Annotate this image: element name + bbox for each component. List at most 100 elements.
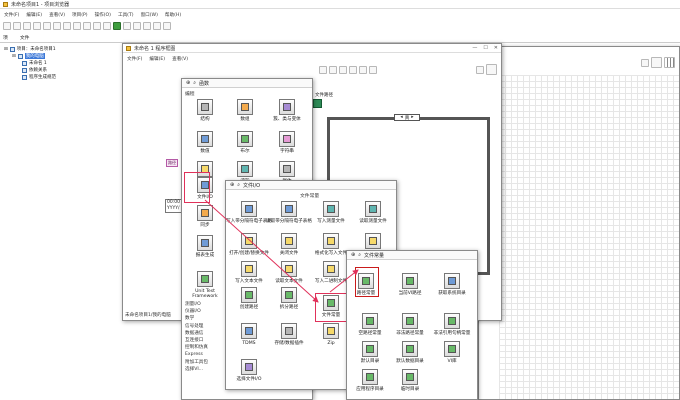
category-mathematics[interactable]: 数学 <box>185 315 208 322</box>
fio-strip-path[interactable]: 拆分路径 <box>266 287 312 310</box>
bd-help-button[interactable] <box>476 65 484 74</box>
palette-unit-test[interactable]: Unit Test Framework <box>182 271 228 300</box>
menu-window[interactable]: 窗口(W) <box>141 12 158 18</box>
tree-my-computer[interactable]: ⊟ 我的电脑 <box>12 53 45 59</box>
save-all-button[interactable] <box>33 22 41 30</box>
fio-read-text[interactable]: 读取文本文件 <box>266 261 312 284</box>
fp-help-button[interactable] <box>641 58 649 67</box>
pin-icon[interactable]: ⊕ <box>186 80 190 86</box>
new-button[interactable] <box>3 22 11 30</box>
fc-system-directory[interactable]: 获取系统目录 <box>429 273 475 296</box>
search-icon[interactable]: ⌕ <box>358 252 361 258</box>
selector-next-icon[interactable]: ▸ <box>411 115 413 120</box>
align-button[interactable] <box>329 66 337 74</box>
close-icon[interactable]: ✕ <box>494 45 498 51</box>
selector-prev-icon[interactable]: ◂ <box>400 115 402 120</box>
bd-menu-edit[interactable]: 编辑(E) <box>149 56 165 62</box>
collapse-button[interactable] <box>143 22 151 30</box>
build-button[interactable] <box>93 22 101 30</box>
fc-vi-library[interactable]: VI库 <box>429 341 475 364</box>
read-measurement-icon <box>365 201 381 217</box>
tab-items[interactable]: 项 <box>3 34 8 41</box>
cleanup-button[interactable] <box>369 66 377 74</box>
computer-icon <box>17 53 23 59</box>
temporary-directory-icon <box>402 369 418 385</box>
category-select-vi[interactable]: 选择VI... <box>185 366 208 373</box>
tree-dependencies[interactable]: 依赖关系 <box>22 67 47 73</box>
paste-button[interactable] <box>63 22 71 30</box>
category-measurement-io[interactable]: 测量I/O <box>185 301 208 308</box>
palette-report-generation[interactable]: 报表生成 <box>182 235 228 258</box>
cut-button[interactable] <box>43 22 51 30</box>
save-button[interactable] <box>23 22 31 30</box>
search-icon[interactable]: ⌕ <box>193 80 196 86</box>
palette-synchronization[interactable]: 同步 <box>182 205 228 228</box>
help-button[interactable] <box>163 22 171 30</box>
resize-button[interactable] <box>349 66 357 74</box>
file-constants-header: ⊕ ⌕ 文件常量 <box>347 251 477 260</box>
settings-button[interactable] <box>83 22 91 30</box>
fio-read-spreadsheet[interactable]: 读取带分隔符电子表格 <box>266 201 312 224</box>
fc-not-a-refnum[interactable]: 非法引用句柄常量 <box>429 313 475 336</box>
pin-icon[interactable]: ⊕ <box>351 252 355 258</box>
category-control-simulation[interactable]: 控制和仿真 <box>185 344 208 351</box>
fio-storage-plugins[interactable]: 存储/数据插件 <box>266 323 312 346</box>
category-signal-processing[interactable]: 信号处理 <box>185 323 208 330</box>
block-diagram-icons <box>476 64 497 75</box>
category-instrument-io[interactable]: 仪器I/O <box>185 308 208 315</box>
file-io-highlight <box>184 172 210 203</box>
fc-not-a-path[interactable]: 非法路径常量 <box>387 313 433 336</box>
bd-menu-view[interactable]: 查看(V) <box>172 56 188 62</box>
search-icon[interactable]: ⌕ <box>237 182 240 188</box>
maximize-icon[interactable]: ☐ <box>483 45 487 51</box>
tree-build-specs[interactable]: 程序生成规范 <box>22 74 56 80</box>
strip-path-icon <box>281 287 297 303</box>
pin-icon[interactable]: ⊕ <box>230 182 234 188</box>
expand-button[interactable] <box>133 22 141 30</box>
fc-temporary-directory[interactable]: 临时目录 <box>387 369 433 392</box>
menu-view[interactable]: 查看(V) <box>49 12 65 18</box>
fc-current-vi-path[interactable]: 当前VI路径 <box>387 273 433 296</box>
tree-project[interactable]: ⊟ 项目：未命名项目1 <box>4 46 56 52</box>
palette-boolean[interactable]: 布尔 <box>222 131 268 154</box>
structures-icon <box>197 99 213 115</box>
deploy-button[interactable] <box>103 22 111 30</box>
fio-write-measurement[interactable]: 写入测量文件 <box>308 201 354 224</box>
tab-files[interactable]: 文件 <box>20 34 30 41</box>
reorder-button[interactable] <box>359 66 367 74</box>
menu-project[interactable]: 项目(P) <box>72 12 88 18</box>
category-data-communication[interactable]: 数据通信 <box>185 330 208 337</box>
fio-read-measurement[interactable]: 读取测量文件 <box>350 201 396 224</box>
menu-edit[interactable]: 编辑(E) <box>26 12 42 18</box>
distribute-button[interactable] <box>339 66 347 74</box>
waveform-icon <box>237 161 253 177</box>
palette-cluster[interactable]: 簇、类与变体 <box>264 99 310 122</box>
palette-string[interactable]: 字符串 <box>264 131 310 154</box>
category-express[interactable]: Express <box>185 351 208 358</box>
minimize-icon[interactable]: — <box>472 45 477 51</box>
copy-button[interactable] <box>53 22 61 30</box>
application-directory-icon <box>362 369 378 385</box>
fc-default-data-directory[interactable]: 默认数据目录 <box>387 341 433 364</box>
tree-vi[interactable]: 未命名 1 <box>22 60 47 66</box>
fio-close-file[interactable]: 关闭文件 <box>266 233 312 256</box>
bd-menu-file[interactable]: 文件(F) <box>127 56 142 62</box>
open-button[interactable] <box>13 22 21 30</box>
menu-tools[interactable]: 工具(T) <box>118 12 134 18</box>
filter-button[interactable] <box>123 22 131 30</box>
category-connectivity[interactable]: 互连接口 <box>185 337 208 344</box>
fio-advanced[interactable]: 选择文件I/O <box>226 359 272 382</box>
arrange-button[interactable] <box>153 22 161 30</box>
menu-help[interactable]: 帮助(H) <box>165 12 181 18</box>
path-control[interactable] <box>313 99 322 108</box>
block-diagram-icon <box>126 45 131 51</box>
delete-button[interactable] <box>73 22 81 30</box>
arrow-tool-button[interactable] <box>319 66 327 74</box>
menu-operate[interactable]: 操作(O) <box>95 12 111 18</box>
category-addons[interactable]: 附加工具包 <box>185 359 208 366</box>
palette-array[interactable]: 数组 <box>222 99 268 122</box>
run-button[interactable] <box>113 22 121 30</box>
case-selector[interactable]: ◂ 真 ▸ <box>394 114 420 121</box>
menu-file[interactable]: 文件(F) <box>4 12 19 18</box>
write-measurement-icon <box>323 201 339 217</box>
